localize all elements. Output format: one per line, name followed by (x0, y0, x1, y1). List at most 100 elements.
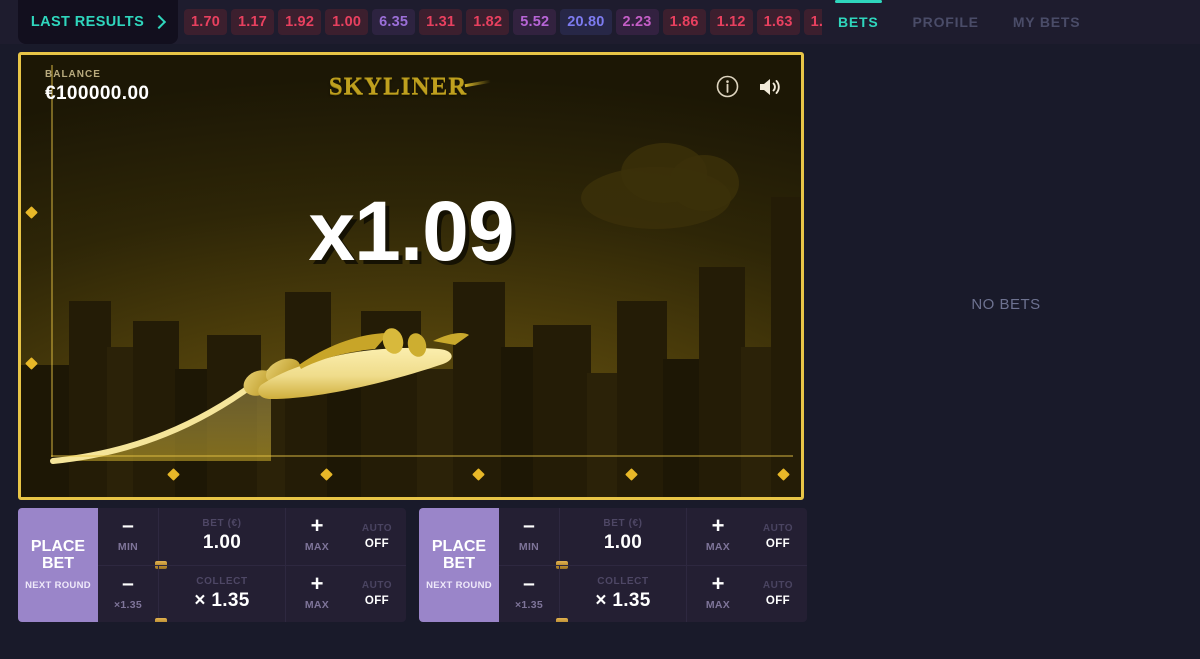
place-bet-button[interactable]: PLACE BET NEXT ROUND (18, 508, 98, 622)
bet-auto-toggle[interactable]: AUTO OFF (749, 508, 807, 565)
y-axis (51, 65, 53, 457)
plus-icon: + (310, 513, 324, 539)
result-chip[interactable]: 20.80 (560, 9, 612, 35)
game-header-icons (716, 75, 783, 98)
bet-decrement-button[interactable]: – MIN (499, 508, 559, 565)
game-canvas[interactable]: BALANCE €100000.00 SKYLINER x1.09 (18, 52, 804, 500)
speaker-on-icon[interactable] (757, 76, 783, 98)
right-panel: NO BETS (812, 44, 1200, 659)
collect-auto-state: OFF (364, 595, 390, 608)
bet-panel: PLACE BET NEXT ROUND – MIN BET (€) 1.00 + MAX AUT… (419, 508, 807, 622)
top-bar: LAST RESULTS 1.70 1.17 1.92 1.00 6.35 1.31 1.8… (0, 0, 1200, 44)
balance-label: BALANCE (45, 69, 101, 80)
bet-max-label: MAX (705, 541, 731, 554)
bet-value: 1.00 (202, 532, 242, 554)
bet-auto-state: OFF (364, 537, 390, 550)
result-chip[interactable]: 1.32 (803, 9, 822, 35)
place-bet-sublabel: NEXT ROUND (426, 580, 492, 592)
chevron-right-icon (153, 16, 165, 28)
collect-auto-toggle[interactable]: AUTO OFF (749, 566, 807, 623)
bet-panel: PLACE BET NEXT ROUND – MIN BET (€) 1.00 + MAX AUT… (18, 508, 406, 622)
last-results-button[interactable]: LAST RESULTS (18, 0, 178, 44)
collect-value-cell[interactable]: COLLECT × 1.35 (155, 565, 286, 622)
result-chip[interactable]: 1.63 (756, 9, 800, 35)
result-chip[interactable]: 1.17 (231, 9, 275, 35)
tab-bets[interactable]: BETS (835, 0, 882, 30)
game-area: BALANCE €100000.00 SKYLINER x1.09 (18, 52, 804, 500)
result-chip[interactable]: 1.70 (184, 9, 228, 35)
last-results-label: LAST RESULTS (30, 14, 145, 30)
result-chip[interactable]: 6.35 (372, 9, 416, 35)
bet-min-label: MIN (117, 541, 139, 554)
collect-auto-label: AUTO (361, 580, 393, 592)
balance-value: €100000.00 (45, 83, 150, 104)
bet-auto-label: AUTO (762, 522, 794, 534)
minus-icon: – (122, 514, 134, 538)
bet-caption: BET (€) (202, 518, 242, 530)
plus-icon: + (711, 513, 725, 539)
trail-fill (53, 371, 271, 461)
info-circle-icon[interactable] (716, 75, 739, 98)
bet-controls: – MIN BET (€) 1.00 + MAX AUTO OFF – ×1.35 COLLECT ×… (98, 508, 406, 622)
bet-row: – MIN BET (€) 1.00 + MAX AUTO OFF (98, 508, 406, 569)
bet-value-cell[interactable]: BET (€) 1.00 (155, 508, 286, 569)
bet-controls: – MIN BET (€) 1.00 + MAX AUTO OFF – ×1.35 COLLECT ×… (499, 508, 807, 622)
collect-value-cell[interactable]: COLLECT × 1.35 (556, 565, 687, 622)
collect-slider-handle[interactable] (155, 618, 167, 622)
tab-my-bets[interactable]: MY BETS (1013, 14, 1081, 30)
minus-icon: – (523, 514, 535, 538)
result-chip[interactable]: 2.23 (615, 9, 659, 35)
game-logo: SKYLINER (329, 73, 494, 101)
game-scene: BALANCE €100000.00 SKYLINER x1.09 (21, 55, 801, 497)
collect-slider-handle[interactable] (556, 618, 568, 622)
result-chip[interactable]: 1.00 (325, 9, 369, 35)
minus-icon: – (122, 571, 134, 595)
no-bets-message: NO BETS (971, 296, 1041, 313)
collect-row: – ×1.35 COLLECT × 1.35 + MAX AUTO OFF (98, 564, 406, 623)
collect-increment-button[interactable]: + MAX (286, 566, 348, 623)
bet-increment-button[interactable]: + MAX (687, 508, 749, 565)
place-bet-label: PLACE BET (30, 537, 86, 572)
multiplier-display: x1.09 (308, 184, 514, 278)
collect-value: × 1.35 (595, 589, 651, 611)
bet-decrement-button[interactable]: – MIN (98, 508, 158, 565)
collect-min-label: ×1.35 (113, 598, 143, 611)
collect-decrement-button[interactable]: – ×1.35 (98, 566, 158, 623)
collect-max-label: MAX (705, 598, 731, 611)
game-logo-text: SKYLINER (328, 73, 468, 100)
logo-swoosh-icon (464, 79, 491, 88)
bet-auto-label: AUTO (361, 522, 393, 534)
result-chip[interactable]: 1.12 (709, 9, 753, 35)
bet-increment-button[interactable]: + MAX (286, 508, 348, 565)
bet-auto-toggle[interactable]: AUTO OFF (348, 508, 406, 565)
result-chip[interactable]: 1.82 (466, 9, 510, 35)
collect-auto-toggle[interactable]: AUTO OFF (348, 566, 406, 623)
result-chip[interactable]: 1.86 (662, 9, 706, 35)
x-axis (51, 455, 793, 457)
collect-auto-label: AUTO (762, 580, 794, 592)
collect-min-label: ×1.35 (514, 598, 544, 611)
right-panel-tabs: BETS PROFILE MY BETS (835, 0, 1081, 44)
place-bet-button[interactable]: PLACE BET NEXT ROUND (419, 508, 499, 622)
bet-panels: PLACE BET NEXT ROUND – MIN BET (€) 1.00 + MAX AUT… (18, 508, 807, 622)
place-bet-label: PLACE BET (431, 537, 487, 572)
result-chip[interactable]: 1.92 (278, 9, 322, 35)
result-chip[interactable]: 1.31 (419, 9, 463, 35)
app-root: LAST RESULTS 1.70 1.17 1.92 1.00 6.35 1.31 1.8… (0, 0, 1200, 659)
result-chip[interactable]: 5.52 (513, 9, 557, 35)
collect-auto-state: OFF (765, 595, 791, 608)
bet-min-label: MIN (518, 541, 540, 554)
bet-auto-state: OFF (765, 537, 791, 550)
collect-decrement-button[interactable]: – ×1.35 (499, 566, 559, 623)
place-bet-sublabel: NEXT ROUND (25, 580, 91, 592)
minus-icon: – (523, 571, 535, 595)
collect-value: × 1.35 (194, 589, 250, 611)
bet-max-label: MAX (304, 541, 330, 554)
bet-value-cell[interactable]: BET (€) 1.00 (556, 508, 687, 569)
collect-row: – ×1.35 COLLECT × 1.35 + MAX AUTO OFF (499, 564, 807, 623)
airplane-icon (243, 328, 469, 399)
balance-display: BALANCE €100000.00 (45, 69, 149, 105)
plus-icon: + (711, 570, 725, 596)
collect-increment-button[interactable]: + MAX (687, 566, 749, 623)
tab-profile[interactable]: PROFILE (913, 14, 979, 30)
